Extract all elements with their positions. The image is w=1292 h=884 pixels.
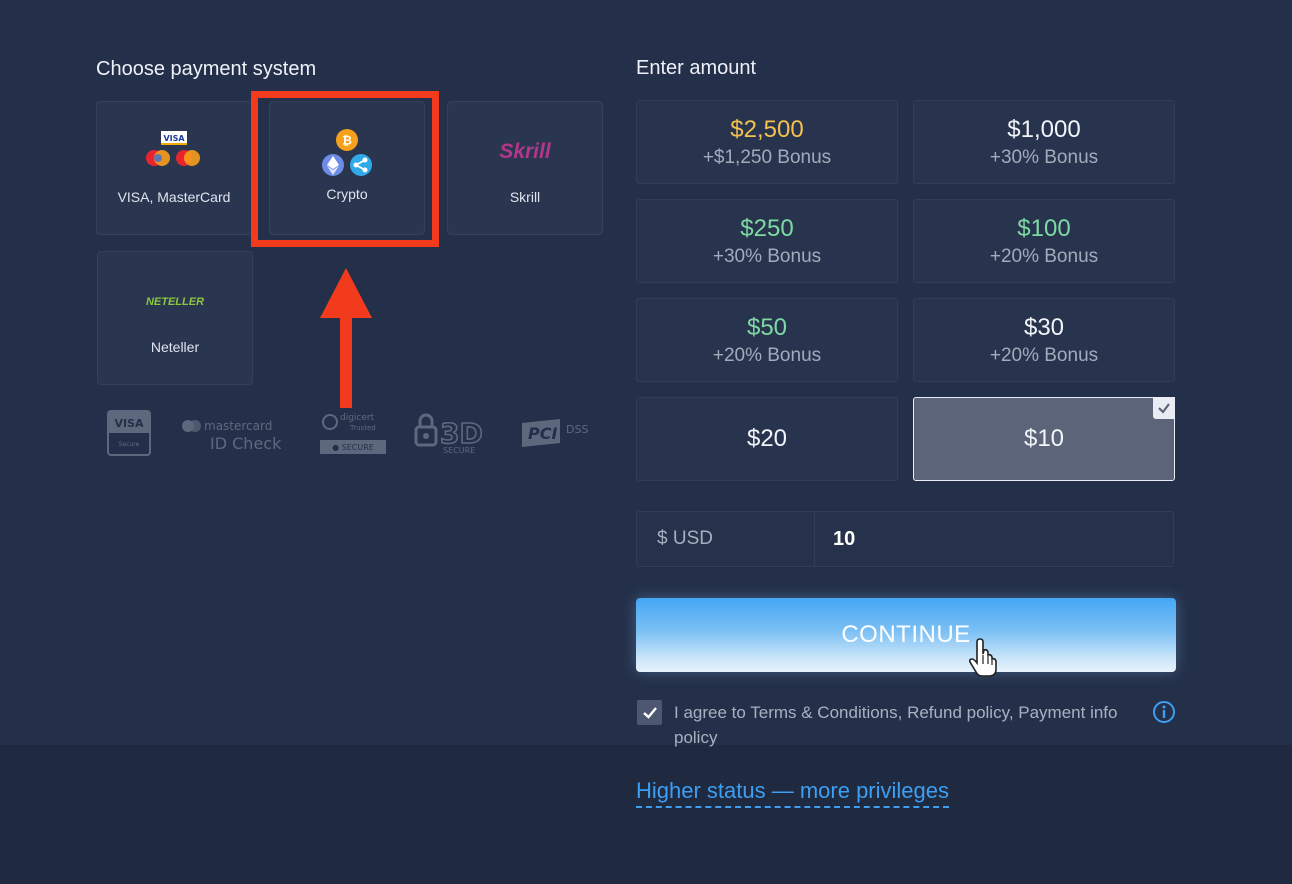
payment-section-title: Choose payment system (96, 58, 317, 80)
payment-method-label: Skrill (509, 189, 541, 205)
mastercard-id-check-badge: mastercard ID Check (180, 413, 292, 453)
amount-option-250[interactable]: $250 +30% Bonus (636, 199, 898, 283)
amount-option-30[interactable]: $30 +20% Bonus (913, 298, 1175, 382)
svg-text:SECURE: SECURE (443, 446, 475, 455)
trust-badges: VISA Secure mastercard ID Check digicert… (106, 408, 598, 458)
svg-text:DSS: DSS (566, 423, 588, 436)
amount-option-10-selected[interactable]: $10 (913, 397, 1175, 481)
svg-text:Skrill: Skrill (499, 140, 552, 163)
visa-mastercard-icon: VISA (144, 131, 204, 171)
payment-method-neteller[interactable]: NETELLER Neteller (97, 251, 253, 385)
hand-cursor-icon (968, 638, 997, 677)
svg-text:digicert: digicert (340, 413, 375, 423)
amount-value: $250 (740, 214, 794, 242)
amount-option-100[interactable]: $100 +20% Bonus (913, 199, 1175, 283)
checkmark-icon (642, 706, 657, 719)
agree-checkbox[interactable] (637, 700, 662, 725)
svg-text:ID Check: ID Check (210, 434, 282, 453)
skrill-logo: Skrill (493, 131, 557, 171)
crypto-icon: ₿ (319, 129, 375, 176)
svg-text:₿: ₿ (342, 134, 352, 148)
amount-value: $50 (746, 313, 788, 341)
amount-section-title: Enter amount (636, 57, 757, 79)
payment-method-label: VISA, MasterCard (117, 189, 231, 205)
currency-label: $ USD (637, 512, 815, 566)
svg-text:VISA: VISA (163, 134, 185, 143)
amount-value: $100 (1017, 214, 1071, 242)
red-arrow-icon (320, 268, 372, 408)
amount-option-50[interactable]: $50 +20% Bonus (636, 298, 898, 382)
continue-button[interactable]: CONTINUE (636, 598, 1176, 672)
amount-value: $2,500 (730, 115, 804, 143)
svg-text:VISA: VISA (114, 417, 144, 430)
amount-input-group: $ USD (636, 511, 1174, 567)
pci-dss-badge: PCI DSS (520, 415, 598, 451)
footer-background (0, 745, 1292, 884)
amount-bonus: +30% Bonus (989, 146, 1099, 168)
svg-text:NETELLER: NETELLER (146, 296, 204, 308)
agree-terms-text: I agree to Terms & Conditions, Refund po… (674, 703, 1118, 747)
amount-option-2500[interactable]: $2,500 +$1,250 Bonus (636, 100, 898, 184)
amount-option-20[interactable]: $20 (636, 397, 898, 481)
amount-value: $1,000 (1007, 115, 1081, 143)
payment-method-label: Crypto (326, 186, 368, 202)
amount-value: $20 (746, 425, 788, 452)
svg-text:PCI: PCI (528, 424, 557, 443)
amount-bonus: +20% Bonus (712, 344, 822, 366)
3d-secure-badge: 3D SECURE (414, 411, 492, 455)
amount-value: $30 (1023, 313, 1065, 341)
payment-method-skrill[interactable]: Skrill Skrill (447, 101, 603, 235)
visa-secure-badge: VISA Secure (106, 409, 152, 457)
svg-text:mastercard: mastercard (204, 419, 272, 433)
neteller-logo: NETELLER (140, 281, 210, 321)
amount-option-1000[interactable]: $1,000 +30% Bonus (913, 100, 1175, 184)
info-icon[interactable] (1152, 700, 1176, 724)
payment-method-visa-mastercard[interactable]: VISA VISA, MasterCard (96, 101, 252, 235)
higher-status-link[interactable]: Higher status — more privileges (636, 778, 950, 808)
selected-check-icon (1153, 397, 1175, 419)
amount-bonus: +20% Bonus (989, 344, 1099, 366)
svg-text:Secure: Secure (119, 441, 140, 448)
digicert-secure-badge: digicert Trusted ● SECURE (320, 410, 386, 456)
amount-input[interactable] (815, 512, 1173, 566)
amount-value: $10 (1023, 425, 1065, 452)
payment-method-label: Neteller (150, 339, 200, 355)
amount-bonus: +30% Bonus (712, 245, 822, 267)
payment-method-crypto[interactable]: ₿ Crypto (269, 101, 425, 235)
svg-text:● SECURE: ● SECURE (332, 443, 374, 452)
svg-text:Trusted: Trusted (349, 424, 376, 432)
amount-bonus: +20% Bonus (989, 245, 1099, 267)
amount-bonus: +$1,250 Bonus (702, 146, 832, 168)
